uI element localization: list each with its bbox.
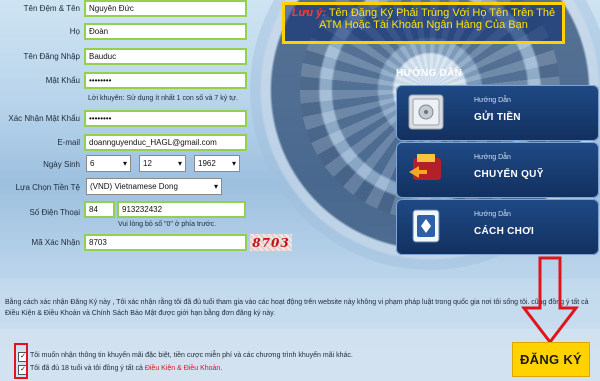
captcha-input[interactable]: 8703 — [84, 234, 247, 251]
captcha-image: 8703 — [250, 234, 292, 251]
chevron-down-icon: ▾ — [177, 159, 182, 168]
guide-title: HƯỚNG DẪN — [396, 68, 463, 79]
confirm-password-input[interactable]: •••••••• — [84, 110, 247, 127]
last-name-label: Họ — [69, 27, 80, 36]
howtoplay-guide-card[interactable]: Hướng Dẫn CÁCH CHƠI — [396, 199, 599, 255]
email-value: doannguyenduc_HAGL@gmail.com — [89, 138, 217, 147]
first-name-label: Tên Đệm & Tên — [23, 4, 80, 13]
birth-month-value: 12 — [143, 159, 152, 168]
deposit-guide-card[interactable]: Hướng Dẫn GỬI TIỀN — [396, 85, 599, 141]
howtoplay-guide-subtitle: Hướng Dẫn — [474, 211, 511, 218]
down-arrow-annotation-icon — [520, 256, 580, 344]
birth-day-select[interactable]: 6 ▾ — [86, 155, 131, 172]
password-input[interactable]: •••••••• — [84, 72, 247, 89]
terms-strip: Bằng cách xác nhận Đăng Ký này , Tôi xác… — [0, 279, 600, 329]
confirm-password-value: •••••••• — [89, 114, 112, 123]
safe-icon — [407, 93, 445, 131]
transfer-guide-card[interactable]: Hướng Dẫn CHUYỂN QUỸ — [396, 142, 599, 198]
registration-page: Lưu ý: Tên Đăng Ký Phải Trùng Với Họ Tên… — [0, 0, 600, 381]
age-label: Tôi đã đủ 18 tuổi và tôi đồng ý tất cả Đ… — [30, 365, 222, 372]
currency-value: (VND) Vietnamese Dong — [90, 182, 178, 191]
checkbox-highlight-box — [14, 343, 28, 379]
username-value: Bauduc — [89, 52, 117, 61]
password-label: Mật Khẩu — [45, 76, 80, 85]
first-name-value: Nguyên Đức — [89, 4, 134, 13]
howtoplay-guide-title: CÁCH CHƠI — [474, 226, 535, 237]
first-name-input[interactable]: Nguyên Đức — [84, 0, 247, 17]
phone-hint: Vui lòng bỏ số "0" ở phía trước. — [118, 221, 216, 228]
currency-label: Lựa Chọn Tiền Tệ — [15, 183, 80, 192]
notice-prefix: Lưu ý: — [291, 7, 326, 19]
age-label-prefix: Tôi đã đủ 18 tuổi và tôi đồng ý tất cả — [30, 365, 143, 372]
username-input[interactable]: Bauduc — [84, 48, 247, 65]
wallet-transfer-icon — [407, 150, 445, 188]
transfer-guide-title: CHUYỂN QUỸ — [474, 169, 544, 180]
birth-month-select[interactable]: 12 ▾ — [139, 155, 186, 172]
notice-box: Lưu ý: Tên Đăng Ký Phải Trùng Với Họ Tên… — [282, 2, 565, 44]
birthdate-label: Ngày Sinh — [43, 160, 80, 169]
chevron-down-icon: ▾ — [231, 159, 236, 168]
birth-year-value: 1962 — [198, 159, 216, 168]
deposit-guide-subtitle: Hướng Dẫn — [474, 97, 511, 104]
deposit-guide-title: GỬI TIỀN — [474, 112, 521, 123]
last-name-value: Đoàn — [89, 27, 109, 36]
captcha-input-value: 8703 — [89, 238, 107, 247]
password-value: •••••••• — [89, 76, 112, 85]
confirm-password-label: Xác Nhận Mật Khẩu — [8, 114, 80, 123]
promo-label: Tôi muốn nhận thông tin khuyến mãi đặc b… — [30, 352, 353, 359]
transfer-guide-subtitle: Hướng Dẫn — [474, 154, 511, 161]
password-hint: Lời khuyên: Sử dụng ít nhất 1 con số và … — [88, 95, 238, 102]
register-button[interactable]: ĐĂNG KÝ — [512, 342, 590, 377]
playing-card-icon — [407, 207, 445, 245]
phone-code-value: 84 — [89, 205, 98, 214]
birth-day-value: 6 — [90, 159, 95, 168]
chevron-down-icon: ▾ — [122, 159, 127, 168]
captcha-label: Mã Xác Nhận — [31, 238, 80, 247]
last-name-input[interactable]: Đoàn — [84, 23, 247, 40]
terms-text: Bằng cách xác nhận Đăng Ký này , Tôi xác… — [5, 299, 589, 317]
birth-year-select[interactable]: 1962 ▾ — [194, 155, 240, 172]
email-input[interactable]: doannguyenduc_HAGL@gmail.com — [84, 134, 247, 151]
currency-select[interactable]: (VND) Vietnamese Dong ▾ — [86, 178, 222, 195]
age-label-suffix: . — [220, 365, 223, 372]
username-label: Tên Đăng Nhập — [23, 52, 80, 61]
phone-label: Số Điện Thoại — [29, 208, 80, 217]
chevron-down-icon: ▾ — [213, 182, 218, 191]
notice-text: Tên Đăng Ký Phải Trùng Với Họ Tên Trên T… — [319, 7, 556, 31]
terms-link[interactable]: Điều Kiện & Điều Khoản — [145, 365, 221, 372]
phone-number-value: 913232432 — [122, 205, 163, 214]
phone-code-input[interactable]: 84 — [84, 201, 115, 218]
email-label: E-mail — [57, 138, 80, 147]
phone-number-input[interactable]: 913232432 — [117, 201, 246, 218]
